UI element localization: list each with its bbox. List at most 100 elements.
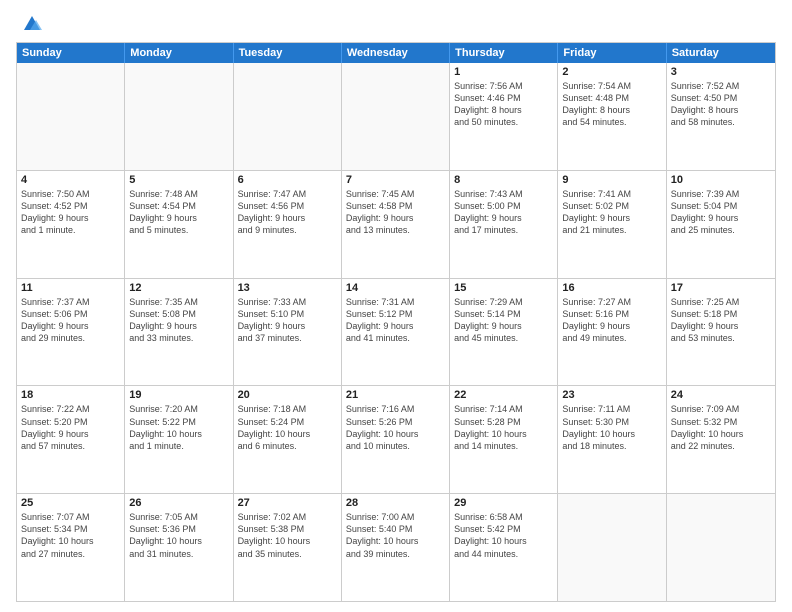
- day-number: 7: [346, 174, 445, 186]
- day-number: 21: [346, 389, 445, 401]
- day-number: 18: [21, 389, 120, 401]
- calendar-cell: 17 Sunrise: 7:25 AM Sunset: 5:18 PM Dayli…: [667, 279, 775, 386]
- weekday-header-sunday: Sunday: [17, 43, 125, 63]
- cell-info: Sunrise: 7:14 AM Sunset: 5:28 PM Dayligh…: [454, 403, 553, 452]
- calendar-cell: 29 Sunrise: 6:58 AM Sunset: 5:42 PM Dayli…: [450, 494, 558, 601]
- calendar-cell: 3 Sunrise: 7:52 AM Sunset: 4:50 PM Daylig…: [667, 63, 775, 170]
- day-number: 27: [238, 497, 337, 509]
- calendar-row-2: 4 Sunrise: 7:50 AM Sunset: 4:52 PM Daylig…: [17, 170, 775, 278]
- calendar-cell: 18 Sunrise: 7:22 AM Sunset: 5:20 PM Dayli…: [17, 386, 125, 493]
- cell-info: Sunrise: 7:52 AM Sunset: 4:50 PM Dayligh…: [671, 80, 771, 129]
- day-number: 1: [454, 66, 553, 78]
- day-number: 17: [671, 282, 771, 294]
- day-number: 3: [671, 66, 771, 78]
- weekday-header-wednesday: Wednesday: [342, 43, 450, 63]
- cell-info: Sunrise: 7:48 AM Sunset: 4:54 PM Dayligh…: [129, 188, 228, 237]
- weekday-header-tuesday: Tuesday: [234, 43, 342, 63]
- calendar-cell: 10 Sunrise: 7:39 AM Sunset: 5:04 PM Dayli…: [667, 171, 775, 278]
- calendar-cell: 14 Sunrise: 7:31 AM Sunset: 5:12 PM Dayli…: [342, 279, 450, 386]
- day-number: 20: [238, 389, 337, 401]
- calendar-header: SundayMondayTuesdayWednesdayThursdayFrid…: [17, 43, 775, 63]
- cell-info: Sunrise: 7:29 AM Sunset: 5:14 PM Dayligh…: [454, 296, 553, 345]
- weekday-header-monday: Monday: [125, 43, 233, 63]
- cell-info: Sunrise: 7:02 AM Sunset: 5:38 PM Dayligh…: [238, 511, 337, 560]
- header: [16, 12, 776, 34]
- calendar-cell: 23Sunrise: 7:11 AM Sunset: 5:30 PM Dayli…: [558, 386, 666, 493]
- day-number: 14: [346, 282, 445, 294]
- logo: [16, 12, 42, 34]
- cell-info: Sunrise: 7:00 AM Sunset: 5:40 PM Dayligh…: [346, 511, 445, 560]
- cell-info: Sunrise: 7:45 AM Sunset: 4:58 PM Dayligh…: [346, 188, 445, 237]
- calendar-cell: [17, 63, 125, 170]
- cell-info: Sunrise: 7:43 AM Sunset: 5:00 PM Dayligh…: [454, 188, 553, 237]
- calendar-cell: 6 Sunrise: 7:47 AM Sunset: 4:56 PM Daylig…: [234, 171, 342, 278]
- weekday-header-saturday: Saturday: [667, 43, 775, 63]
- calendar-cell: 8Sunrise: 7:43 AM Sunset: 5:00 PM Daylig…: [450, 171, 558, 278]
- calendar-row-4: 18 Sunrise: 7:22 AM Sunset: 5:20 PM Dayli…: [17, 385, 775, 493]
- day-number: 11: [21, 282, 120, 294]
- day-number: 22: [454, 389, 553, 401]
- cell-info: Sunrise: 6:58 AM Sunset: 5:42 PM Dayligh…: [454, 511, 553, 560]
- calendar-cell: 12 Sunrise: 7:35 AM Sunset: 5:08 PM Dayli…: [125, 279, 233, 386]
- calendar-cell: [125, 63, 233, 170]
- cell-info: Sunrise: 7:47 AM Sunset: 4:56 PM Dayligh…: [238, 188, 337, 237]
- calendar-cell: [558, 494, 666, 601]
- calendar-cell: 26Sunrise: 7:05 AM Sunset: 5:36 PM Dayli…: [125, 494, 233, 601]
- cell-info: Sunrise: 7:56 AM Sunset: 4:46 PM Dayligh…: [454, 80, 553, 129]
- cell-info: Sunrise: 7:20 AM Sunset: 5:22 PM Dayligh…: [129, 403, 228, 452]
- calendar-row-1: 1 Sunrise: 7:56 AM Sunset: 4:46 PM Daylig…: [17, 63, 775, 170]
- calendar-cell: 19 Sunrise: 7:20 AM Sunset: 5:22 PM Dayli…: [125, 386, 233, 493]
- cell-info: Sunrise: 7:41 AM Sunset: 5:02 PM Dayligh…: [562, 188, 661, 237]
- cell-info: Sunrise: 7:50 AM Sunset: 4:52 PM Dayligh…: [21, 188, 120, 237]
- calendar-cell: 1 Sunrise: 7:56 AM Sunset: 4:46 PM Daylig…: [450, 63, 558, 170]
- cell-info: Sunrise: 7:37 AM Sunset: 5:06 PM Dayligh…: [21, 296, 120, 345]
- cell-info: Sunrise: 7:16 AM Sunset: 5:26 PM Dayligh…: [346, 403, 445, 452]
- logo-icon: [20, 12, 42, 34]
- day-number: 2: [562, 66, 661, 78]
- calendar-cell: [234, 63, 342, 170]
- day-number: 12: [129, 282, 228, 294]
- day-number: 5: [129, 174, 228, 186]
- cell-info: Sunrise: 7:09 AM Sunset: 5:32 PM Dayligh…: [671, 403, 771, 452]
- cell-info: Sunrise: 7:25 AM Sunset: 5:18 PM Dayligh…: [671, 296, 771, 345]
- calendar-cell: 7 Sunrise: 7:45 AM Sunset: 4:58 PM Daylig…: [342, 171, 450, 278]
- calendar-cell: 27 Sunrise: 7:02 AM Sunset: 5:38 PM Dayli…: [234, 494, 342, 601]
- calendar-cell: 20 Sunrise: 7:18 AM Sunset: 5:24 PM Dayli…: [234, 386, 342, 493]
- weekday-header-friday: Friday: [558, 43, 666, 63]
- calendar-cell: 11 Sunrise: 7:37 AM Sunset: 5:06 PM Dayli…: [17, 279, 125, 386]
- cell-info: Sunrise: 7:27 AM Sunset: 5:16 PM Dayligh…: [562, 296, 661, 345]
- calendar-cell: 2 Sunrise: 7:54 AM Sunset: 4:48 PM Daylig…: [558, 63, 666, 170]
- cell-info: Sunrise: 7:31 AM Sunset: 5:12 PM Dayligh…: [346, 296, 445, 345]
- day-number: 16: [562, 282, 661, 294]
- day-number: 24: [671, 389, 771, 401]
- day-number: 4: [21, 174, 120, 186]
- day-number: 29: [454, 497, 553, 509]
- calendar-cell: 16 Sunrise: 7:27 AM Sunset: 5:16 PM Dayli…: [558, 279, 666, 386]
- cell-info: Sunrise: 7:18 AM Sunset: 5:24 PM Dayligh…: [238, 403, 337, 452]
- day-number: 10: [671, 174, 771, 186]
- calendar-row-3: 11 Sunrise: 7:37 AM Sunset: 5:06 PM Dayli…: [17, 278, 775, 386]
- cell-info: Sunrise: 7:39 AM Sunset: 5:04 PM Dayligh…: [671, 188, 771, 237]
- calendar-cell: 15 Sunrise: 7:29 AM Sunset: 5:14 PM Dayli…: [450, 279, 558, 386]
- day-number: 19: [129, 389, 228, 401]
- day-number: 6: [238, 174, 337, 186]
- calendar-row-5: 25Sunrise: 7:07 AM Sunset: 5:34 PM Dayli…: [17, 493, 775, 601]
- cell-info: Sunrise: 7:33 AM Sunset: 5:10 PM Dayligh…: [238, 296, 337, 345]
- day-number: 9: [562, 174, 661, 186]
- calendar-cell: 21 Sunrise: 7:16 AM Sunset: 5:26 PM Dayli…: [342, 386, 450, 493]
- day-number: 28: [346, 497, 445, 509]
- day-number: 15: [454, 282, 553, 294]
- calendar-cell: 9 Sunrise: 7:41 AM Sunset: 5:02 PM Daylig…: [558, 171, 666, 278]
- page: SundayMondayTuesdayWednesdayThursdayFrid…: [0, 0, 792, 612]
- calendar-cell: 4 Sunrise: 7:50 AM Sunset: 4:52 PM Daylig…: [17, 171, 125, 278]
- day-number: 25: [21, 497, 120, 509]
- calendar-cell: 13 Sunrise: 7:33 AM Sunset: 5:10 PM Dayli…: [234, 279, 342, 386]
- calendar-cell: [667, 494, 775, 601]
- day-number: 13: [238, 282, 337, 294]
- cell-info: Sunrise: 7:05 AM Sunset: 5:36 PM Dayligh…: [129, 511, 228, 560]
- calendar-cell: 28 Sunrise: 7:00 AM Sunset: 5:40 PM Dayli…: [342, 494, 450, 601]
- cell-info: Sunrise: 7:22 AM Sunset: 5:20 PM Dayligh…: [21, 403, 120, 452]
- cell-info: Sunrise: 7:54 AM Sunset: 4:48 PM Dayligh…: [562, 80, 661, 129]
- cell-info: Sunrise: 7:35 AM Sunset: 5:08 PM Dayligh…: [129, 296, 228, 345]
- calendar-cell: 25Sunrise: 7:07 AM Sunset: 5:34 PM Dayli…: [17, 494, 125, 601]
